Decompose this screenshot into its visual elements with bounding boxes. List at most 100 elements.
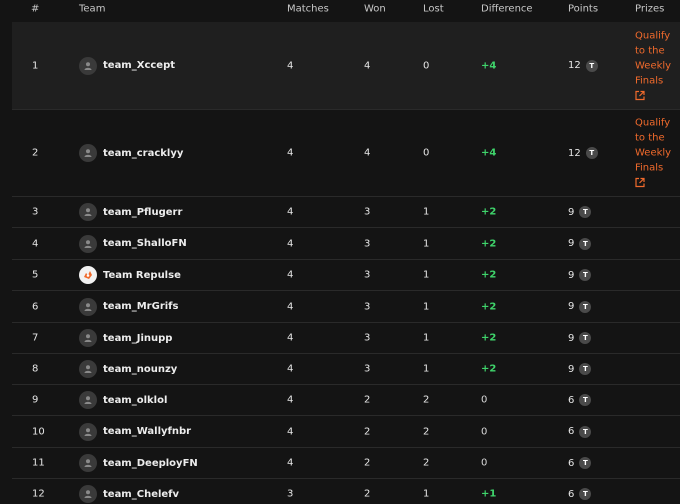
won: 2 <box>364 457 371 469</box>
lost: 2 <box>423 457 430 469</box>
points-cell: 6T <box>568 457 592 469</box>
leaderboard-table: # Team Matches Won Lost Difference Point… <box>0 0 680 504</box>
team-cell[interactable]: team_nounzy <box>79 360 177 378</box>
lost: 2 <box>423 426 430 437</box>
matches: 4 <box>287 147 294 159</box>
lost: 0 <box>423 147 430 159</box>
user-icon <box>79 454 97 472</box>
team-cell[interactable]: team_Xccept <box>79 56 175 75</box>
lost: 1 <box>423 238 430 249</box>
points: 9 <box>568 206 575 218</box>
table-row[interactable]: 11 team_DeeployFN 4 2 2 0 6 T <box>12 448 680 479</box>
team-logo-icon <box>79 266 97 284</box>
team-cell[interactable]: team_DeeployFN <box>79 454 198 472</box>
points: 6 <box>568 394 575 406</box>
table-row[interactable]: 6 team_MrGrifs 4 3 1 +2 9 T <box>12 291 680 323</box>
user-icon <box>79 144 97 162</box>
points: 12 <box>568 147 581 159</box>
lost: 2 <box>423 394 430 406</box>
team-name[interactable]: team_Xccept <box>103 60 175 71</box>
team-name[interactable]: team_Wallyfnbr <box>103 426 191 437</box>
external-link-icon[interactable] <box>635 177 680 191</box>
table-row[interactable]: 1 team_Xccept 4 4 0 +4 12 T Qualify to the Weekl… <box>12 22 680 110</box>
table-row[interactable]: 10 team_Wallyfnbr 4 2 2 0 6 T <box>12 416 680 448</box>
team-name[interactable]: team_nounzy <box>103 364 177 375</box>
difference: +2 <box>481 238 497 249</box>
points-cell: 9T <box>568 332 592 344</box>
matches: 4 <box>287 301 294 312</box>
token-badge-icon: T <box>585 147 598 159</box>
token-badge-icon: T <box>579 394 592 406</box>
prize-cell[interactable]: Qualify to the Weekly Finals <box>635 116 680 191</box>
prize-link[interactable]: Qualify to the Weekly Finals <box>635 118 671 174</box>
token-badge-icon: T <box>579 300 592 313</box>
rank: 9 <box>32 394 39 406</box>
lost: 1 <box>423 363 430 375</box>
matches: 4 <box>287 60 294 71</box>
team-cell[interactable]: team_Pflugerr <box>79 203 182 221</box>
prize-cell[interactable]: Qualify to the Weekly Finals <box>635 28 680 103</box>
user-icon <box>79 329 97 347</box>
team-name[interactable]: team_ShalloFN <box>103 238 187 249</box>
team-name[interactable]: team_olklol <box>103 395 167 406</box>
table-row[interactable]: 2 team_cracklyy 4 4 0 +4 12 T Qualify to the Wee… <box>12 110 680 197</box>
user-icon <box>79 391 97 409</box>
won: 3 <box>364 301 371 312</box>
matches: 4 <box>287 238 294 249</box>
table-row[interactable]: 4 team_ShalloFN 4 3 1 +2 9 T <box>12 228 680 260</box>
matches: 4 <box>287 457 294 469</box>
rank: 6 <box>32 301 39 312</box>
difference: +2 <box>481 363 497 375</box>
table-row[interactable]: 3 team_Pflugerr 4 3 1 +2 9 T <box>12 197 680 228</box>
difference: +2 <box>481 332 497 344</box>
team-cell[interactable]: team_MrGrifs <box>79 297 178 316</box>
won: 2 <box>364 394 371 406</box>
token-badge-icon: T <box>579 488 592 500</box>
points-cell: 9T <box>568 363 592 375</box>
user-icon <box>79 360 97 378</box>
table-row[interactable]: 8 team_nounzy 4 3 1 +2 9 T <box>12 354 680 385</box>
team-name[interactable]: team_DeeployFN <box>103 458 198 469</box>
table-row[interactable]: 12 team_Chelefv 3 2 1 +1 6 T <box>12 479 680 504</box>
points-cell: 9T <box>568 300 592 313</box>
team-name[interactable]: team_cracklyy <box>103 148 183 159</box>
user-icon <box>79 203 97 221</box>
matches: 3 <box>287 488 294 500</box>
table-row[interactable]: 9 team_olklol 4 2 2 0 6 T <box>12 385 680 416</box>
rank: 8 <box>32 363 39 375</box>
team-cell[interactable]: team_ShalloFN <box>79 234 187 253</box>
external-link-icon[interactable] <box>635 90 680 103</box>
won: 3 <box>364 238 371 249</box>
team-name[interactable]: Team Repulse <box>103 270 181 281</box>
prize-link[interactable]: Qualify to the Weekly Finals <box>635 30 671 86</box>
rank: 10 <box>32 426 45 437</box>
team-cell[interactable]: team_olklol <box>79 391 167 409</box>
token-badge-icon: T <box>585 59 598 72</box>
rank: 11 <box>32 457 45 469</box>
team-name[interactable]: team_Pflugerr <box>103 207 182 218</box>
table-row[interactable]: 7 team_Jinupp 4 3 1 +2 9 T <box>12 323 680 354</box>
token-badge-icon: T <box>579 457 592 469</box>
difference: +2 <box>481 269 497 281</box>
user-icon <box>79 485 97 503</box>
rank: 3 <box>32 206 39 218</box>
points: 9 <box>568 301 575 312</box>
team-cell[interactable]: team_Wallyfnbr <box>79 422 191 441</box>
points-cell: 9T <box>568 237 592 250</box>
team-name[interactable]: team_Jinupp <box>103 333 172 344</box>
team-name[interactable]: team_Chelefv <box>103 489 179 500</box>
rank: 7 <box>32 332 39 344</box>
header-team: Team <box>79 3 106 15</box>
points: 9 <box>568 363 575 375</box>
team-cell[interactable]: team_cracklyy <box>79 144 183 162</box>
won: 2 <box>364 488 371 500</box>
team-name[interactable]: team_MrGrifs <box>103 301 178 312</box>
points-cell: 6T <box>568 394 592 406</box>
team-cell[interactable]: Team Repulse <box>79 266 181 284</box>
team-cell[interactable]: team_Jinupp <box>79 329 172 347</box>
points: 9 <box>568 238 575 249</box>
difference: +4 <box>481 147 497 159</box>
won: 3 <box>364 269 371 281</box>
table-row[interactable]: 5 Team Repulse 4 3 1 +2 9 T <box>12 260 680 291</box>
team-cell[interactable]: team_Chelefv <box>79 485 179 503</box>
